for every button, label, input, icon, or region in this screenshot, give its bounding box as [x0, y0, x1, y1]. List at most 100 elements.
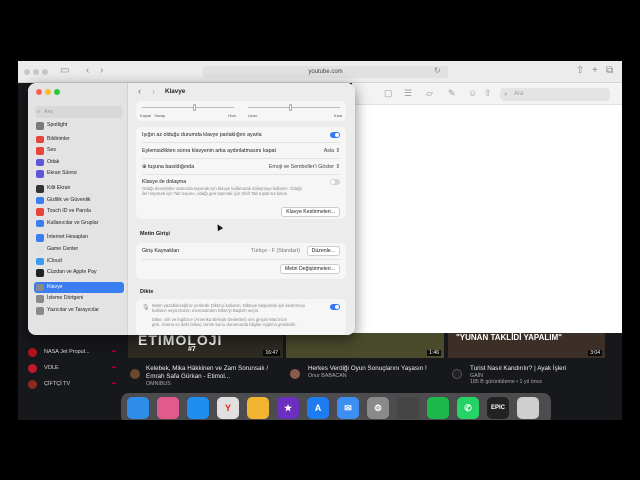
- key-repeat-track[interactable]: [142, 107, 234, 108]
- sidebar-item[interactable]: Kilit Ekran: [34, 183, 124, 195]
- sidebar-item-label: Kilit Ekran: [47, 185, 71, 191]
- sidebar-item[interactable]: Ekran Süresi: [34, 168, 124, 180]
- forward-icon[interactable]: ›: [100, 65, 103, 77]
- photos-icon[interactable]: [247, 397, 269, 419]
- emoji-icon[interactable]: ☺: [468, 88, 477, 98]
- video-thumbnail[interactable]: ETİMOLOJİ #7 16:47: [128, 333, 283, 358]
- edit-input-sources-button[interactable]: Düzenle...: [306, 246, 340, 256]
- channel-item[interactable]: VOLE ••: [28, 361, 116, 375]
- sidebar-item-label: Spotlight: [47, 122, 68, 128]
- settings-main: ‹ › Klavye Kapalı Yavaş Hızlı Uzun Kısa …: [128, 83, 355, 335]
- microphone-icon: 🎙: [142, 305, 150, 311]
- page-icon[interactable]: ▢: [384, 88, 393, 99]
- zoom-button[interactable]: [54, 89, 60, 95]
- search-input[interactable]: ⌕ Ara: [500, 88, 610, 101]
- minimize-dot[interactable]: [33, 69, 39, 75]
- video-thumbnail[interactable]: 1:46: [286, 333, 444, 358]
- finder-icon[interactable]: [127, 397, 149, 419]
- sidebar-item[interactable]: Ses: [34, 145, 124, 157]
- slider-label-off: Kapalı: [140, 113, 152, 118]
- sidebar-item[interactable]: iCloud: [34, 256, 124, 268]
- video-thumbnail[interactable]: "YUNAN TAKLİDİ YAPALIM" 3:04: [448, 333, 605, 358]
- minimize-button[interactable]: [45, 89, 51, 95]
- sidebar-toggle-icon[interactable]: ▭: [60, 65, 69, 77]
- page-title: Klavye: [165, 88, 186, 95]
- close-dot[interactable]: [24, 69, 30, 75]
- delay-slider-thumb[interactable]: [289, 104, 293, 111]
- channel-avatar[interactable]: [130, 369, 140, 379]
- share-icon[interactable]: ⇧: [576, 65, 584, 77]
- forward-icon[interactable]: ›: [152, 86, 155, 96]
- backlight-off-select[interactable]: Asla ⇕: [324, 148, 340, 154]
- app-store-icon[interactable]: A: [307, 397, 329, 419]
- sidebar-item-icon: [36, 246, 44, 254]
- sidebar-item[interactable]: İnternet Hesapları: [34, 232, 124, 244]
- video-channel[interactable]: Onur BABACAN: [308, 373, 438, 379]
- video-channel[interactable]: OMNIBUS: [146, 381, 276, 387]
- brightness-toggle[interactable]: [330, 132, 340, 138]
- sidebar-item[interactable]: Game Center: [34, 244, 124, 256]
- sidebar-item-icon: [36, 158, 44, 167]
- channel-item[interactable]: ÇİFTÇİ TV ••: [28, 377, 116, 391]
- close-button[interactable]: [36, 89, 42, 95]
- sidebar-item[interactable]: İzleme Dörtgeni: [34, 293, 124, 305]
- zoom-dot[interactable]: [42, 69, 48, 75]
- safari-icon[interactable]: [187, 397, 209, 419]
- sidebar-item[interactable]: Odak: [34, 157, 124, 169]
- mail-icon[interactable]: ✉: [337, 397, 359, 419]
- system-settings-icon[interactable]: ⚙: [367, 397, 389, 419]
- video-title[interactable]: Herkes Verdiği Oyun Sonuçlarını Yaşasın …: [308, 365, 438, 373]
- sidebar-item[interactable]: Gizlilik ve Güvenlik: [34, 195, 124, 207]
- imovie-icon[interactable]: ★: [277, 397, 299, 419]
- reload-icon[interactable]: ↻: [434, 65, 441, 77]
- trash-icon[interactable]: [517, 397, 539, 419]
- keyboard-shortcuts-button[interactable]: Klavye Kestirmeleri...: [281, 207, 340, 217]
- keyboard-navigation-label: Klavye ile dolaşma: [142, 179, 187, 185]
- text-input-card: Giriş Kaynakları Türkçe - F (Standart) D…: [136, 243, 346, 279]
- sidebar-item[interactable]: Cüzdan ve Apple Pay: [34, 267, 124, 279]
- sidebar-item[interactable]: Touch ID ve Parola: [34, 206, 124, 218]
- sidebar-item[interactable]: Kullanıcılar ve Gruplar: [34, 218, 124, 230]
- epic-games-icon[interactable]: EPIC: [487, 397, 509, 419]
- channel-item[interactable]: NASA Jet Propul... ••: [28, 345, 116, 359]
- back-icon[interactable]: ‹: [138, 86, 141, 96]
- delay-track[interactable]: [248, 107, 340, 108]
- dictation-privacy: gön. Arama ve dahi birkaç cümle bunu dur…: [152, 322, 297, 327]
- keyboard-navigation-toggle[interactable]: [330, 179, 340, 185]
- share-icon[interactable]: ⇧: [484, 88, 492, 99]
- channel-avatar[interactable]: [290, 369, 300, 379]
- sidebar-item[interactable]: Spotlight: [34, 120, 124, 132]
- text-replacements-button[interactable]: Metin Değiştirmeleri...: [279, 264, 340, 274]
- sidebar-item[interactable]: Yazıcılar ve Tarayıcılar: [34, 305, 124, 317]
- back-icon[interactable]: ‹: [86, 65, 89, 77]
- sidebar-item[interactable]: Bildirimler: [34, 134, 124, 146]
- iphone-mirroring-icon[interactable]: [397, 397, 419, 419]
- channel-avatar[interactable]: [452, 369, 462, 379]
- video-title[interactable]: Kelebek, Mika Häkkinen ve Zam Sorunsalı …: [146, 365, 276, 381]
- folder-icon[interactable]: ▱: [426, 88, 433, 99]
- tab-overview-icon[interactable]: ⧉: [606, 65, 613, 77]
- video-duration: 3:04: [588, 350, 602, 356]
- video-info: Kelebek, Mika Häkkinen ve Zam Sorunsalı …: [146, 365, 276, 387]
- edit-icon[interactable]: ✎: [448, 88, 456, 99]
- sidebar-item[interactable]: Klavye: [34, 281, 124, 294]
- whatsapp-icon[interactable]: ✆: [457, 397, 479, 419]
- chevron-updown-icon: ⇕: [335, 148, 340, 154]
- key-repeat-slider-thumb[interactable]: [192, 104, 196, 111]
- new-tab-icon[interactable]: +: [592, 65, 598, 77]
- video-title[interactable]: Turist Nasıl Kandırılır? | Ayak İşleri: [470, 365, 605, 373]
- globe-key-select[interactable]: Emoji ve Semboller'i Göster ⇕: [269, 164, 340, 170]
- numbers-icon[interactable]: [427, 397, 449, 419]
- backlight-off-label: Eylemsizlikten sonra klavyenin arka aydı…: [142, 148, 276, 154]
- list-icon[interactable]: ☰: [404, 88, 412, 99]
- channel-name: ÇİFTÇİ TV: [44, 381, 71, 387]
- address-bar[interactable]: youtube.com: [203, 66, 448, 78]
- dictation-toggle[interactable]: [330, 304, 340, 310]
- yandex-icon[interactable]: Y: [217, 397, 239, 419]
- settings-search-input[interactable]: ⌕ Ara: [35, 106, 123, 118]
- live-badge: ••: [112, 381, 116, 387]
- search-placeholder: Ara: [44, 109, 53, 115]
- sidebar-item-icon: [36, 122, 44, 130]
- launchpad-icon[interactable]: [157, 397, 179, 419]
- channel-avatar: [28, 380, 37, 389]
